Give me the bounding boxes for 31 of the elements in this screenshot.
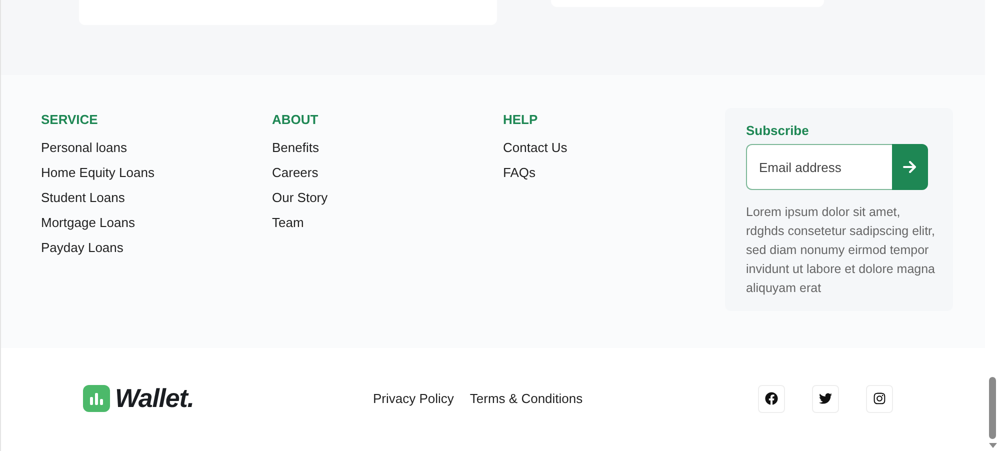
column-heading: SERVICE	[41, 111, 99, 129]
instagram-icon	[873, 392, 886, 405]
footer-link[interactable]: Personal loans	[41, 135, 127, 160]
legal-link[interactable]: Terms & Conditions	[470, 388, 583, 408]
column-heading: ABOUT	[272, 111, 320, 129]
twitter-icon	[819, 392, 832, 405]
subscribe-description: Lorem ipsum dolor sit amet, rdghds consetetur sadipscing elitr, sed diam nonumy eirmod tempor invidunt ut labore et dolore magna aliquyam erat	[746, 204, 936, 297]
arrow-right-icon	[903, 161, 917, 173]
scrollbar-thumb[interactable]	[989, 377, 996, 439]
scroll-down-icon[interactable]	[988, 443, 996, 448]
footer-link[interactable]: Our Story	[272, 185, 328, 210]
footer-link[interactable]: Team	[272, 210, 304, 235]
twitter-button[interactable]	[812, 384, 839, 412]
footer-link[interactable]: Payday Loans	[41, 235, 124, 260]
legal-link[interactable]: Privacy Policy	[373, 388, 454, 408]
column-heading: HELP	[503, 111, 539, 129]
brand-logo[interactable]: Wallet.	[83, 379, 373, 418]
facebook-icon	[765, 392, 778, 405]
footer-link[interactable]: Home Equity Loans	[41, 160, 154, 185]
logo-icon	[83, 385, 110, 412]
email-field[interactable]: Email address	[746, 144, 892, 190]
facebook-button[interactable]	[758, 384, 785, 412]
footer-link[interactable]: FAQs	[503, 160, 536, 185]
footer-link[interactable]: Student Loans	[41, 185, 125, 210]
instagram-button[interactable]	[866, 384, 893, 412]
footer-link[interactable]: Benefits	[272, 135, 319, 160]
footer-link[interactable]: Mortgage Loans	[41, 210, 135, 235]
submit-button[interactable]	[892, 144, 928, 190]
footer-link[interactable]: Careers	[272, 160, 318, 185]
footer-link[interactable]: Contact Us	[503, 135, 568, 160]
subscribe-heading: Subscribe	[746, 122, 810, 140]
